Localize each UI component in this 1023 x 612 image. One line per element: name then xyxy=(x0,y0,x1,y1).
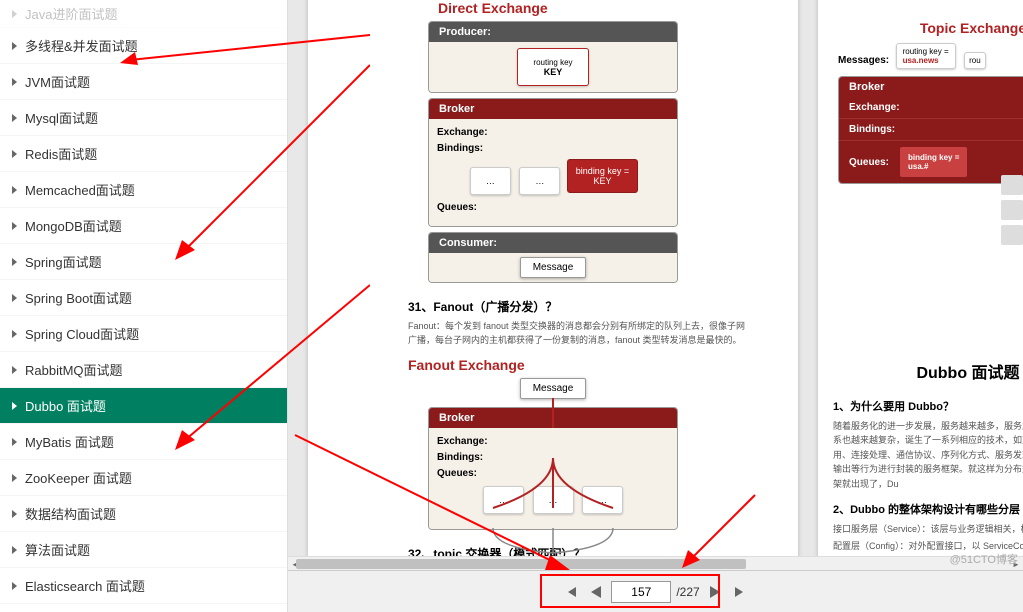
nav-item-active[interactable]: Dubbo 面试题 xyxy=(0,388,287,424)
horizontal-scrollbar[interactable]: ◄ ► xyxy=(288,556,1023,570)
nav-item[interactable]: 算法面试题 xyxy=(0,532,287,568)
nav-item[interactable]: Spring面试题 xyxy=(0,244,287,280)
nav-item[interactable]: ZooKeeper 面试题 xyxy=(0,460,287,496)
arrow-icon xyxy=(12,10,17,18)
arrow-icon xyxy=(12,258,17,266)
ghost-row xyxy=(1001,225,1023,245)
prev-page-button[interactable] xyxy=(586,582,606,602)
arrow-icon xyxy=(12,366,17,374)
dubbo-title: Dubbo 面试题 xyxy=(818,359,1023,383)
first-page-button[interactable] xyxy=(561,582,581,602)
section-text: Fanout：每个发到 fanout 类型交换器的消息都会分别有所绑定的队列上去… xyxy=(408,320,748,347)
arrow-icon xyxy=(12,78,17,86)
nav-item[interactable]: Elasticsearch 面试题 xyxy=(0,568,287,604)
diagram-title: Direct Exchange xyxy=(438,0,798,16)
nav-item[interactable]: Redis面试题 xyxy=(0,136,287,172)
nav-item[interactable]: 数据结构面试题 xyxy=(0,496,287,532)
answer: 随着服务化的进一步发展，服务越来越多，服务之间的调用和依赖关系也越来越复杂，诞生… xyxy=(833,419,1023,491)
ghost-row xyxy=(1001,200,1023,220)
nav-item[interactable]: JVM面试题 xyxy=(0,64,287,100)
broker-box: Broker Exchange: Bindings: Queues: bindi… xyxy=(838,76,1023,184)
nav-item[interactable]: RabbitMQ面试题 xyxy=(0,352,287,388)
question: 2、Dubbo 的整体架构设计有哪些分层 xyxy=(833,501,1023,517)
arrow-icon xyxy=(12,330,17,338)
arrow-icon xyxy=(12,42,17,50)
ghost-row xyxy=(1001,175,1023,195)
arrow-icon xyxy=(12,150,17,158)
arrow-icon xyxy=(12,510,17,518)
message-box: Message xyxy=(520,378,587,399)
arrow-icon xyxy=(12,546,17,554)
page-input[interactable] xyxy=(611,581,671,603)
nav-item[interactable]: Memcached面试题 xyxy=(0,172,287,208)
diagram-title: Fanout Exchange xyxy=(408,357,798,373)
arrow-icon xyxy=(12,438,17,446)
nav-item[interactable]: Kafka 面试题 xyxy=(0,604,287,612)
page-total: /227 xyxy=(676,585,699,599)
next-page-button[interactable] xyxy=(705,582,725,602)
broker-box: Broker Exchange: Bindings: Queues: … … … xyxy=(428,407,678,530)
nav-item[interactable]: Mysql面试题 xyxy=(0,100,287,136)
arrow-icon xyxy=(12,474,17,482)
producer-box: Producer: routing keyKEY xyxy=(428,21,678,93)
pdf-page-right: Topic Exchange Messages: routing key =us… xyxy=(818,0,1023,565)
content-area: Direct Exchange Producer: routing keyKEY… xyxy=(288,0,1023,570)
nav-item[interactable]: Java进阶面试题 xyxy=(0,0,287,28)
pager-bar: /227 xyxy=(288,570,1023,612)
nav-item[interactable]: Spring Boot面试题 xyxy=(0,280,287,316)
arrow-icon xyxy=(12,294,17,302)
arrow-icon xyxy=(12,582,17,590)
answer: 接口服务层（Service）：该层与业务逻辑相关，根据 pro xyxy=(833,522,1023,536)
section-heading: 31、Fanout（广播分发）？ xyxy=(408,298,758,315)
question: 1、为什么要用 Dubbo？ xyxy=(833,398,1023,414)
arrow-icon xyxy=(12,402,17,410)
sidebar: Java进阶面试题 多线程&并发面试题 JVM面试题 Mysql面试题 Redi… xyxy=(0,0,288,612)
nav-item[interactable]: 多线程&并发面试题 xyxy=(0,28,287,64)
last-page-button[interactable] xyxy=(730,582,750,602)
pdf-page-left: Direct Exchange Producer: routing keyKEY… xyxy=(308,0,798,565)
broker-box: Broker Exchange: Bindings: … … binding k… xyxy=(428,98,678,227)
consumer-box: Consumer: Message xyxy=(428,232,678,283)
scrollbar-thumb[interactable] xyxy=(296,559,746,569)
watermark: @51CTO博客 xyxy=(950,551,1018,567)
arrow-icon xyxy=(12,222,17,230)
nav-item[interactable]: MongoDB面试题 xyxy=(0,208,287,244)
nav-item[interactable]: MyBatis 面试题 xyxy=(0,424,287,460)
arrow-icon xyxy=(12,186,17,194)
nav-item[interactable]: Spring Cloud面试题 xyxy=(0,316,287,352)
arrow-icon xyxy=(12,114,17,122)
diagram-title: Topic Exchange xyxy=(838,20,1023,36)
